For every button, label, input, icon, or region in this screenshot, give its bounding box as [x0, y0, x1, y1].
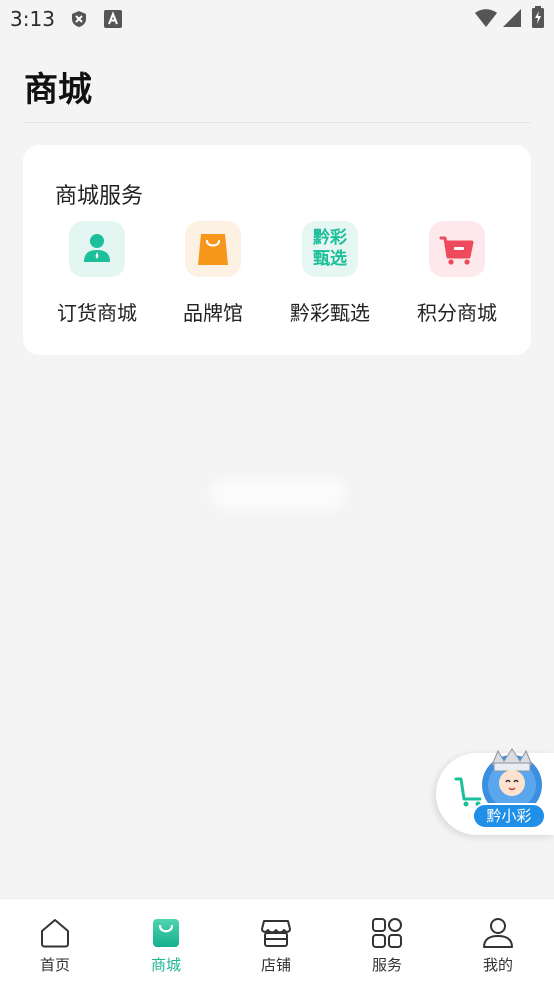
text-logo-text: 黔彩 甄选	[313, 228, 347, 269]
user-icon	[482, 917, 514, 949]
nav-item-service[interactable]: 服务	[332, 899, 442, 984]
service-order-mall[interactable]: 订货商城	[42, 219, 152, 329]
service-label: 黔彩甄选	[290, 301, 370, 325]
bottom-nav: 首页 商城 店铺 服务 我的	[0, 898, 554, 984]
loading-placeholder	[210, 478, 346, 510]
nav-item-mine[interactable]: 我的	[443, 899, 553, 984]
service-brand-hall[interactable]: 品牌馆	[158, 219, 268, 329]
service-label: 订货商城	[57, 301, 137, 325]
shield-x-icon	[70, 10, 88, 28]
shopping-bag-icon	[185, 221, 241, 277]
status-bar: 3:13	[0, 0, 554, 38]
assistant-label: 黔小彩	[472, 803, 546, 829]
service-label: 品牌馆	[183, 301, 243, 325]
store-icon	[260, 917, 292, 949]
nav-label: 店铺	[260, 956, 291, 974]
wifi-icon	[474, 8, 498, 28]
text-logo-icon: 黔彩 甄选	[302, 221, 358, 277]
page-title: 商城	[24, 70, 92, 110]
font-a-icon	[104, 10, 122, 28]
battery-charging-icon	[532, 6, 544, 28]
nav-item-store[interactable]: 店铺	[221, 899, 331, 984]
nav-item-mall[interactable]: 商城	[111, 899, 221, 984]
service-label: 积分商城	[417, 301, 497, 325]
home-icon	[39, 917, 71, 949]
service-qiancai-select[interactable]: 黔彩 甄选 黔彩甄选	[275, 219, 385, 329]
signal-icon	[502, 8, 522, 28]
service-points-mall[interactable]: 积分商城	[402, 219, 512, 329]
nav-label: 我的	[482, 956, 513, 974]
grid-icon	[371, 917, 403, 949]
mall-services-card: 商城服务 订货商城 品牌馆 黔彩 甄选 黔彩甄选 积分商城	[23, 145, 531, 355]
title-divider	[24, 122, 530, 123]
nav-label: 商城	[150, 956, 181, 974]
shopping-bag-icon	[150, 917, 182, 949]
card-title: 商城服务	[55, 184, 144, 209]
nav-label: 服务	[371, 956, 402, 974]
nav-label: 首页	[39, 956, 70, 974]
floating-assistant-button[interactable]: 黔小彩	[436, 745, 554, 840]
status-time: 3:13	[10, 7, 55, 31]
shopping-cart-icon	[429, 221, 485, 277]
person-icon	[69, 221, 125, 277]
nav-item-home[interactable]: 首页	[0, 899, 110, 984]
